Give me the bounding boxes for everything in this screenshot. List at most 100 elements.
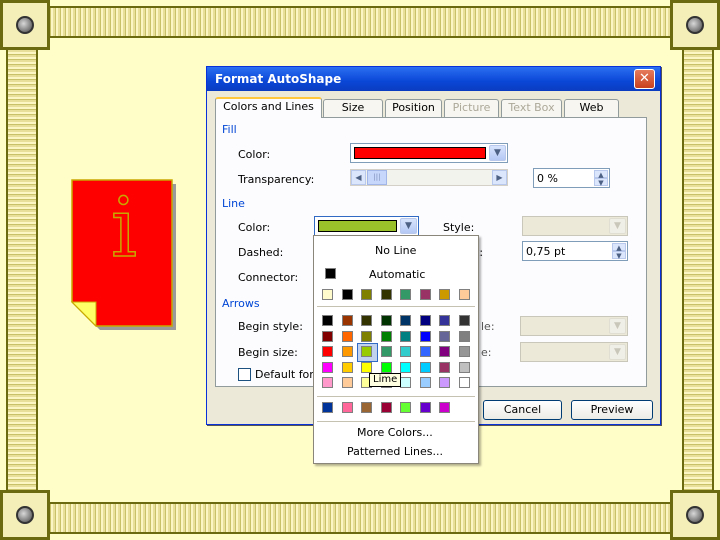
frame-right-bar — [682, 46, 714, 494]
color-swatch[interactable] — [419, 361, 431, 373]
custom-color-swatch[interactable] — [400, 402, 411, 413]
color-swatch[interactable] — [419, 346, 431, 357]
spinner-arrows-icon[interactable]: ▲ ▼ — [594, 170, 608, 187]
color-swatch[interactable] — [322, 361, 333, 373]
end-style-label: le: — [481, 320, 495, 333]
transparency-spinner[interactable]: 0 % ▲ ▼ — [533, 168, 610, 188]
chevron-down-icon[interactable]: ▼ — [400, 218, 417, 234]
begin-style-label: Begin style: — [238, 320, 303, 333]
tab-web[interactable]: Web — [564, 99, 619, 117]
color-swatch[interactable] — [400, 361, 411, 373]
color-swatch[interactable] — [400, 315, 411, 326]
preview-button[interactable]: Preview — [571, 400, 653, 420]
color-swatch[interactable] — [419, 330, 431, 342]
frame-corner-bottom-right — [670, 490, 720, 540]
color-swatch[interactable] — [361, 346, 372, 357]
color-swatch[interactable] — [380, 361, 392, 373]
custom-color-swatch[interactable] — [341, 402, 353, 413]
no-line-option[interactable]: No Line — [375, 244, 416, 257]
frame-left-bar — [6, 46, 38, 494]
fill-color-dropdown[interactable]: ▼ — [350, 143, 508, 163]
custom-color-swatch[interactable] — [361, 402, 372, 413]
line-weight-value: 0,75 pt — [526, 245, 566, 258]
color-swatch[interactable] — [322, 346, 333, 357]
color-swatch[interactable] — [400, 346, 411, 357]
color-swatch[interactable] — [380, 315, 392, 326]
info-page-icon[interactable]: i — [70, 178, 178, 330]
more-colors-option[interactable]: More Colors... — [357, 426, 433, 439]
fill-color-label: Color: — [238, 148, 271, 161]
color-swatch[interactable] — [458, 315, 470, 326]
recent-color-swatch[interactable] — [419, 289, 431, 300]
color-swatch[interactable] — [322, 330, 333, 342]
tab-colors-and-lines[interactable]: Colors and Lines — [215, 97, 322, 118]
color-swatch[interactable] — [341, 346, 353, 357]
recent-color-swatch[interactable] — [380, 289, 392, 300]
color-swatch[interactable] — [380, 330, 392, 342]
cancel-button[interactable]: Cancel — [483, 400, 562, 420]
menu-separator — [317, 396, 475, 397]
frame-bottom-bar — [46, 502, 674, 534]
menu-separator — [317, 421, 475, 422]
scroll-left-icon[interactable]: ◀ — [351, 170, 366, 185]
transparency-label: Transparency: — [238, 173, 315, 186]
recent-color-swatch[interactable] — [341, 289, 353, 300]
tab-picture: Picture — [444, 99, 499, 117]
close-icon[interactable]: ✕ — [634, 69, 655, 89]
color-swatch[interactable] — [341, 315, 353, 326]
color-swatch[interactable] — [361, 330, 372, 342]
recent-color-swatch[interactable] — [400, 289, 411, 300]
recent-color-swatch[interactable] — [458, 289, 470, 300]
color-swatch[interactable] — [341, 330, 353, 342]
color-swatch[interactable] — [439, 330, 450, 342]
color-swatch[interactable] — [419, 377, 431, 388]
color-swatch[interactable] — [380, 346, 392, 357]
spinner-arrows-icon[interactable]: ▲ ▼ — [612, 243, 626, 260]
color-swatch[interactable] — [439, 377, 450, 388]
color-swatch[interactable] — [341, 361, 353, 373]
automatic-swatch — [325, 268, 336, 279]
slider-thumb[interactable]: ||| — [367, 170, 387, 185]
chevron-down-icon: ▼ — [609, 218, 626, 234]
tab-position[interactable]: Position — [385, 99, 442, 117]
transparency-slider[interactable]: ◀ ||| ▶ — [350, 169, 508, 186]
color-swatch[interactable] — [361, 361, 372, 373]
color-swatch[interactable] — [439, 346, 450, 357]
color-swatch[interactable] — [361, 315, 372, 326]
recent-color-swatch[interactable] — [361, 289, 372, 300]
tab-text-box: Text Box — [501, 99, 562, 117]
connector-label: Connector: — [238, 271, 299, 284]
info-glyph: i — [111, 181, 137, 276]
color-swatch[interactable] — [439, 361, 450, 373]
rivet-icon — [686, 506, 704, 524]
color-swatch[interactable] — [458, 346, 470, 357]
tab-size[interactable]: Size — [323, 99, 383, 117]
color-swatch[interactable] — [341, 377, 353, 388]
line-weight-spinner[interactable]: 0,75 pt ▲ ▼ — [522, 241, 628, 261]
transparency-value: 0 % — [537, 172, 558, 185]
recent-color-swatch[interactable] — [322, 289, 333, 300]
chevron-down-icon: ▼ — [609, 318, 626, 334]
custom-color-swatch[interactable] — [419, 402, 431, 413]
custom-color-swatch[interactable] — [322, 402, 333, 413]
color-swatch[interactable] — [458, 361, 470, 373]
color-swatch[interactable] — [400, 377, 411, 388]
scroll-right-icon[interactable]: ▶ — [492, 170, 507, 185]
recent-color-swatch[interactable] — [439, 289, 450, 300]
line-color-menu: No Line Automatic Lime More Colors... Pa… — [313, 235, 479, 464]
dialog-titlebar[interactable]: Format AutoShape ✕ — [207, 67, 660, 91]
chevron-down-icon[interactable]: ▼ — [489, 145, 506, 161]
color-swatch[interactable] — [322, 315, 333, 326]
patterned-lines-option[interactable]: Patterned Lines... — [347, 445, 443, 458]
default-checkbox[interactable] — [238, 368, 251, 381]
automatic-option[interactable]: Automatic — [369, 268, 425, 281]
line-color-dropdown[interactable]: ▼ — [314, 216, 419, 236]
color-swatch[interactable] — [322, 377, 333, 388]
color-swatch[interactable] — [458, 330, 470, 342]
color-swatch[interactable] — [419, 315, 431, 326]
color-swatch[interactable] — [439, 315, 450, 326]
color-swatch[interactable] — [458, 377, 470, 388]
custom-color-swatch[interactable] — [380, 402, 392, 413]
color-swatch[interactable] — [400, 330, 411, 342]
custom-color-swatch[interactable] — [439, 402, 450, 413]
